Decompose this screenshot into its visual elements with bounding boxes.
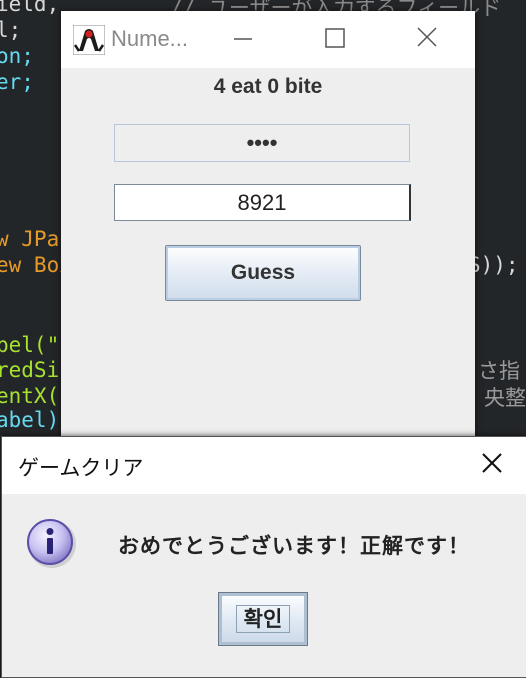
dialog-title: ゲームクリア [18, 456, 144, 480]
ok-button-label: 확인 [236, 605, 290, 633]
code-line: er; [0, 70, 34, 94]
code-line: on; [0, 44, 34, 68]
code-line: bel(" [0, 333, 60, 357]
window-title: Nume... [111, 26, 189, 51]
minimize-icon[interactable] [221, 19, 265, 59]
number-game-window: Nume... 4 eat 0 bite •••• 8921 Guess [61, 11, 475, 451]
java-duke-icon [73, 25, 105, 55]
dialog-message: おめでとうございます！正解です！ [118, 534, 470, 558]
code-line: abel) [0, 408, 60, 432]
dialog-titlebar[interactable]: ゲームクリア [2, 437, 526, 494]
close-icon[interactable] [405, 19, 449, 59]
code-line: l; [0, 18, 22, 42]
ok-button[interactable]: 확인 [218, 592, 308, 646]
code-line: さ指 [478, 359, 520, 383]
close-icon[interactable] [470, 445, 514, 485]
window-titlebar[interactable]: Nume... [61, 11, 475, 68]
game-clear-dialog: ゲームクリア おめでとうございます！正解です！ 확인 [1, 436, 526, 678]
code-line: entX( [0, 384, 60, 408]
secret-number-field: •••• [114, 124, 410, 162]
guess-input[interactable]: 8921 [114, 184, 411, 221]
info-icon [27, 519, 76, 568]
code-line: 央整 [484, 386, 526, 410]
maximize-icon[interactable] [313, 19, 357, 59]
code-line: S)); [468, 253, 519, 277]
result-label: 4 eat 0 bite [213, 75, 323, 98]
guess-button[interactable]: Guess [165, 245, 361, 301]
code-line: ield, [0, 0, 60, 16]
